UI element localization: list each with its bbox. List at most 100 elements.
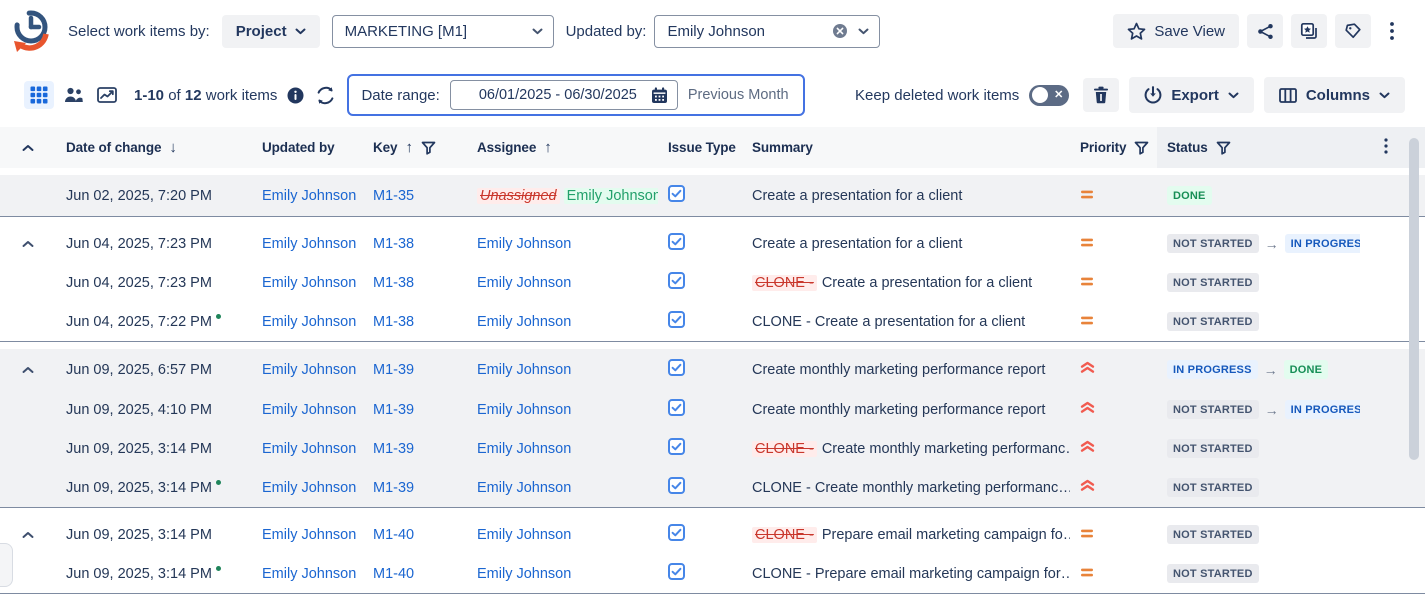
col-header-status[interactable]: Status (1167, 140, 1208, 155)
issue-key-link[interactable]: M1-38 (373, 314, 414, 330)
saved-views-button[interactable] (1291, 14, 1327, 48)
view-toggle-chart[interactable] (92, 81, 122, 109)
filter-funnel-icon[interactable] (1134, 141, 1149, 155)
updated-by-select[interactable]: Emily Johnson (654, 15, 880, 48)
refresh-icon[interactable] (316, 86, 335, 105)
more-menu-button[interactable] (1379, 14, 1405, 48)
updated-by-link[interactable]: Emily Johnson (262, 362, 356, 378)
table-row[interactable]: Jun 04, 2025, 7:22 PM Emily Johnson M1-3… (0, 302, 1425, 341)
status-badge: DONE (1284, 360, 1329, 379)
col-header-summary[interactable]: Summary (752, 140, 813, 155)
updated-by-link[interactable]: Emily Johnson (262, 527, 356, 543)
assignee-link[interactable]: Emily Johnson (477, 527, 571, 543)
assignee-link[interactable]: Emily Johnson (477, 314, 571, 330)
col-header-issueType[interactable]: Issue Type (668, 140, 736, 155)
trash-button[interactable] (1083, 78, 1119, 112)
col-header-updatedBy[interactable]: Updated by (262, 140, 335, 155)
issue-key-link[interactable]: M1-38 (373, 275, 414, 291)
assignee-link[interactable]: Emily Johnson (477, 441, 571, 457)
save-view-button[interactable]: Save View (1113, 14, 1239, 48)
collapse-caret-icon[interactable] (22, 366, 34, 374)
project-select[interactable]: MARKETING [M1] (332, 15, 554, 48)
issue-key-link[interactable]: M1-40 (373, 566, 414, 582)
table-row[interactable]: Jun 09, 2025, 3:14 PM Emily Johnson M1-4… (0, 515, 1425, 554)
table-row[interactable]: Jun 09, 2025, 3:14 PM Emily Johnson M1-4… (0, 554, 1425, 593)
view-toggle-table[interactable] (24, 81, 54, 109)
issue-key-link[interactable]: M1-39 (373, 480, 414, 496)
filter-funnel-icon[interactable] (421, 141, 436, 155)
share-button[interactable] (1247, 14, 1283, 48)
issue-key-link[interactable]: M1-40 (373, 527, 414, 543)
summary-text: CLONE - Prepare email marketing campaign… (752, 566, 1070, 582)
calendar-icon[interactable] (651, 87, 668, 104)
updated-by-link[interactable]: Emily Johnson (262, 480, 356, 496)
task-type-icon[interactable] (668, 563, 685, 580)
issue-key-link[interactable]: M1-39 (373, 441, 414, 457)
task-type-icon[interactable] (668, 359, 685, 376)
filter-funnel-icon[interactable] (1216, 141, 1231, 155)
sort-up-icon[interactable]: ↑ (405, 139, 412, 156)
col-header-date[interactable]: Date of change (66, 140, 161, 155)
updated-by-link[interactable]: Emily Johnson (262, 188, 356, 204)
table-row[interactable]: Jun 04, 2025, 7:23 PM Emily Johnson M1-3… (0, 263, 1425, 302)
task-type-icon[interactable] (668, 185, 685, 202)
issue-key-link[interactable]: M1-35 (373, 188, 414, 204)
task-type-icon[interactable] (668, 524, 685, 541)
assignee-link[interactable]: Emily Johnson (477, 566, 571, 582)
issue-key-link[interactable]: M1-39 (373, 402, 414, 418)
updated-by-link[interactable]: Emily Johnson (262, 402, 356, 418)
table-row[interactable]: Jun 09, 2025, 4:10 PM Emily Johnson M1-3… (0, 390, 1425, 429)
issue-key-link[interactable]: M1-38 (373, 236, 414, 252)
task-type-icon[interactable] (668, 233, 685, 250)
col-header-key[interactable]: Key (373, 140, 397, 155)
tag-button[interactable] (1335, 14, 1371, 48)
updated-by-link[interactable]: Emily Johnson (262, 566, 356, 582)
summary-removed-text: CLONE - (752, 527, 817, 543)
header-cell-key: Key ↑ (363, 139, 467, 156)
vertical-scrollbar[interactable] (1409, 138, 1419, 460)
table-row[interactable]: Jun 09, 2025, 3:14 PM Emily Johnson M1-3… (0, 429, 1425, 468)
table-row[interactable]: Jun 09, 2025, 6:57 PM Emily Johnson M1-3… (0, 349, 1425, 390)
table-row[interactable]: Jun 02, 2025, 7:20 PM Emily Johnson M1-3… (0, 175, 1425, 216)
updated-by-link[interactable]: Emily Johnson (262, 441, 356, 457)
issue-key-link[interactable]: M1-39 (373, 362, 414, 378)
collapsed-panel-handle[interactable] (0, 543, 13, 587)
top-filter-bar: Select work items by: Project MARKETING … (0, 0, 1425, 62)
collapse-caret-icon[interactable] (22, 144, 34, 152)
priority-high-icon (1080, 440, 1095, 453)
table-header-row: Date of change ↓ Updated by Key ↑ Assignee ↑ Is… (0, 127, 1425, 168)
updated-by-link[interactable]: Emily Johnson (262, 236, 356, 252)
updated-by-link[interactable]: Emily Johnson (262, 314, 356, 330)
date-of-change: Jun 04, 2025, 7:22 PM (56, 314, 252, 330)
assignee-link[interactable]: Emily Johnson (477, 402, 571, 418)
mode-dropdown-button[interactable]: Project (222, 15, 320, 48)
sort-up-icon[interactable]: ↑ (544, 139, 551, 156)
task-type-icon[interactable] (668, 272, 685, 289)
updated-by-link[interactable]: Emily Johnson (262, 275, 356, 291)
previous-month-link[interactable]: Previous Month (688, 87, 789, 103)
column-menu-icon[interactable] (1384, 138, 1388, 154)
assignee-link[interactable]: Emily Johnson (477, 236, 571, 252)
keep-deleted-toggle[interactable]: ✕ (1029, 85, 1069, 106)
task-type-icon[interactable] (668, 438, 685, 455)
task-type-icon[interactable] (668, 311, 685, 328)
sort-down-icon[interactable]: ↓ (169, 139, 176, 156)
task-type-icon[interactable] (668, 399, 685, 416)
col-header-priority[interactable]: Priority (1080, 140, 1126, 155)
table-row[interactable]: Jun 09, 2025, 3:14 PM Emily Johnson M1-3… (0, 468, 1425, 507)
export-button[interactable]: Export (1129, 77, 1254, 113)
assignee-link[interactable]: Emily Johnson (477, 480, 571, 496)
view-toggle-people[interactable] (58, 81, 88, 109)
assignee-link[interactable]: Emily Johnson (477, 275, 571, 291)
date-range-input[interactable]: 06/01/2025 - 06/30/2025 (450, 80, 678, 110)
table-row[interactable]: Jun 04, 2025, 7:23 PM Emily Johnson M1-3… (0, 224, 1425, 263)
collapse-caret-icon[interactable] (22, 240, 34, 248)
clear-filter-icon[interactable] (832, 23, 848, 39)
assignee-link[interactable]: Emily Johnson (477, 362, 571, 378)
priority-medium-icon (1080, 276, 1094, 287)
columns-button[interactable]: Columns (1264, 77, 1405, 113)
info-icon[interactable] (287, 87, 304, 104)
task-type-icon[interactable] (668, 477, 685, 494)
collapse-caret-icon[interactable] (22, 531, 34, 539)
col-header-assignee[interactable]: Assignee (477, 140, 536, 155)
